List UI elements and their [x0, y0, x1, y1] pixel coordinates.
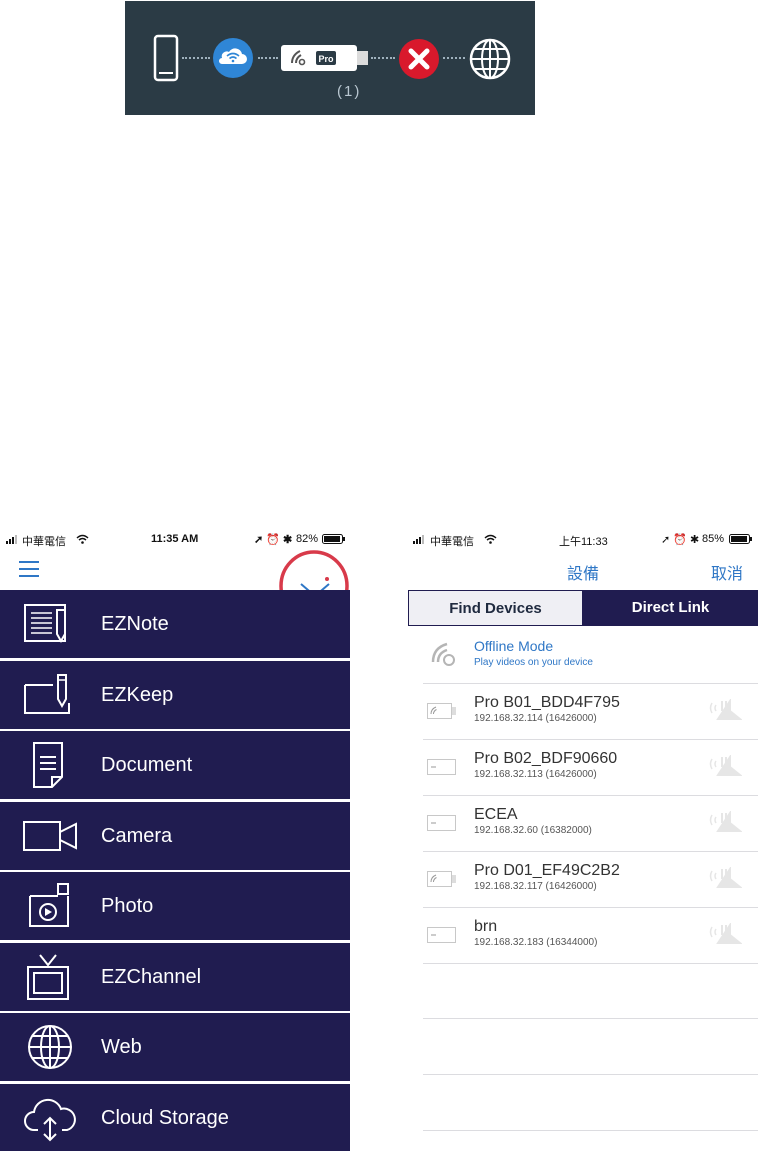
- globe-icon: [28, 1025, 72, 1069]
- phone-icon: [153, 34, 179, 82]
- clock-label: 上午11:33: [559, 536, 608, 548]
- page-title: 設備: [566, 566, 599, 583]
- router-icon: [709, 923, 742, 944]
- carrier-label: 中華電信: [22, 536, 66, 548]
- connector-dots: [182, 57, 210, 59]
- device-ip: 192.168.32.113 (16426000): [474, 769, 597, 780]
- globe-icon: [469, 38, 511, 80]
- router-icon: [709, 811, 742, 832]
- list-divider: [423, 1074, 758, 1075]
- list-divider: [423, 1018, 758, 1019]
- status-icons: ➚ ⏰ ✱: [661, 534, 700, 546]
- status-bar: 中華電信 上午11:33 ➚ ⏰ ✱ 85%: [408, 528, 758, 550]
- router-icon: [709, 755, 742, 776]
- menu-item-label: Camera: [101, 824, 173, 847]
- dongle-icon: [427, 759, 456, 775]
- wifi-icon: [76, 534, 89, 544]
- menu-item-ezkeep[interactable]: EZKeep: [0, 660, 350, 729]
- cancel-button[interactable]: 取消: [711, 560, 743, 584]
- svg-text:Pro: Pro: [318, 54, 334, 64]
- battery-icon: [729, 534, 752, 544]
- note-icon: [24, 604, 66, 644]
- battery-icon: [322, 534, 345, 544]
- router-icon: [709, 699, 742, 720]
- tab-direct-link[interactable]: Direct Link: [583, 590, 758, 626]
- battery-label: 85%: [702, 533, 725, 545]
- device-name: Pro B01_BDD4F795: [474, 694, 620, 711]
- clock-label: 11:35 AM: [151, 533, 199, 545]
- dongle-icon: [427, 815, 456, 831]
- device-name: Pro D01_EF49C2B2: [474, 862, 620, 879]
- connector-dots: [258, 57, 278, 59]
- left-phone-screen: 中華電信 11:35 AM ➚ ⏰ ✱ 82% EZNote EZKeep Do…: [0, 528, 352, 1151]
- list-divider: [423, 1130, 758, 1131]
- error-icon: [399, 39, 439, 79]
- connection-status-bar: (1) Pro: [125, 1, 535, 115]
- device-name: ECEA: [474, 806, 518, 823]
- feature-menu: EZNote EZKeep Document Camera Photo EZCh…: [0, 590, 350, 1151]
- connector-dots: [371, 57, 395, 59]
- wifi-dongle-icon: [427, 871, 456, 887]
- navigation-bar: [0, 550, 352, 622]
- wifi-icon: [484, 534, 497, 544]
- device-row[interactable]: Pro B01_BDD4F795 192.168.32.114 (1642600…: [423, 684, 758, 740]
- keep-icon: [24, 673, 70, 714]
- menu-item-eznote[interactable]: EZNote: [0, 590, 350, 658]
- signal-icon: [6, 535, 17, 544]
- camera-icon: [23, 820, 77, 851]
- router-icon: [709, 867, 742, 888]
- device-ip: 192.168.32.183 (16344000): [474, 937, 598, 948]
- pro-dongle-icon[interactable]: Pro: [280, 43, 370, 73]
- menu-item-cloud-storage[interactable]: Cloud Storage: [0, 1083, 350, 1151]
- menu-item-web[interactable]: Web: [0, 1013, 350, 1081]
- menu-item-camera[interactable]: Camera: [0, 801, 350, 870]
- device-name: brn: [474, 918, 498, 935]
- device-ip: 192.168.32.117 (16426000): [474, 881, 597, 892]
- menu-item-label: EZKeep: [101, 683, 174, 706]
- device-row[interactable]: Pro D01_EF49C2B2 192.168.32.117 (1642600…: [423, 852, 758, 908]
- tv-icon: [27, 953, 69, 1000]
- dongle-icon: [427, 927, 456, 943]
- menu-item-label: Photo: [101, 895, 154, 917]
- signal-icon: [413, 535, 424, 544]
- device-name: Pro B02_BDF90660: [474, 750, 618, 767]
- offline-mode-icon: [431, 642, 455, 666]
- offline-mode-title: Offline Mode: [474, 638, 554, 654]
- device-row[interactable]: brn 192.168.32.183 (16344000): [423, 908, 758, 964]
- hamburger-icon[interactable]: [19, 560, 41, 578]
- photo-icon: [29, 883, 69, 927]
- connector-dots: [443, 57, 465, 59]
- wifi-cloud-icon[interactable]: [210, 36, 256, 80]
- menu-item-document[interactable]: Document: [0, 731, 350, 799]
- tab-find-devices[interactable]: Find Devices: [408, 590, 583, 626]
- carrier-label: 中華電信: [430, 536, 474, 548]
- cloud-icon: [24, 1098, 76, 1141]
- menu-item-label: EZNote: [101, 613, 169, 635]
- menu-item-label: Document: [101, 754, 193, 776]
- menu-item-label: EZChannel: [101, 965, 202, 988]
- offline-mode-row[interactable]: Offline Mode Play videos on your device: [423, 628, 758, 684]
- wifi-dongle-icon: [427, 703, 456, 719]
- device-ip: 192.168.32.114 (16426000): [474, 713, 597, 724]
- device-row[interactable]: ECEA 192.168.32.60 (16382000): [423, 796, 758, 852]
- battery-label: 82%: [296, 533, 319, 545]
- document-icon: [33, 742, 63, 788]
- menu-item-label: Web: [101, 1036, 142, 1058]
- status-icons: ➚ ⏰ ✱: [254, 534, 293, 546]
- menu-item-photo[interactable]: Photo: [0, 872, 350, 940]
- menu-item-label: Cloud Storage: [101, 1106, 229, 1129]
- navigation-bar: 設備 取消: [408, 550, 758, 588]
- offline-mode-subtitle: Play videos on your device: [474, 657, 593, 668]
- device-ip: 192.168.32.60 (16382000): [474, 825, 592, 836]
- device-row[interactable]: Pro B02_BDF90660 192.168.32.113 (1642600…: [423, 740, 758, 796]
- right-phone-screen: 中華電信 上午11:33 ➚ ⏰ ✱ 85% 設備 取消 Find Device…: [408, 528, 758, 1151]
- client-count: (1): [337, 83, 362, 100]
- menu-item-ezchannel[interactable]: EZChannel: [0, 942, 350, 1011]
